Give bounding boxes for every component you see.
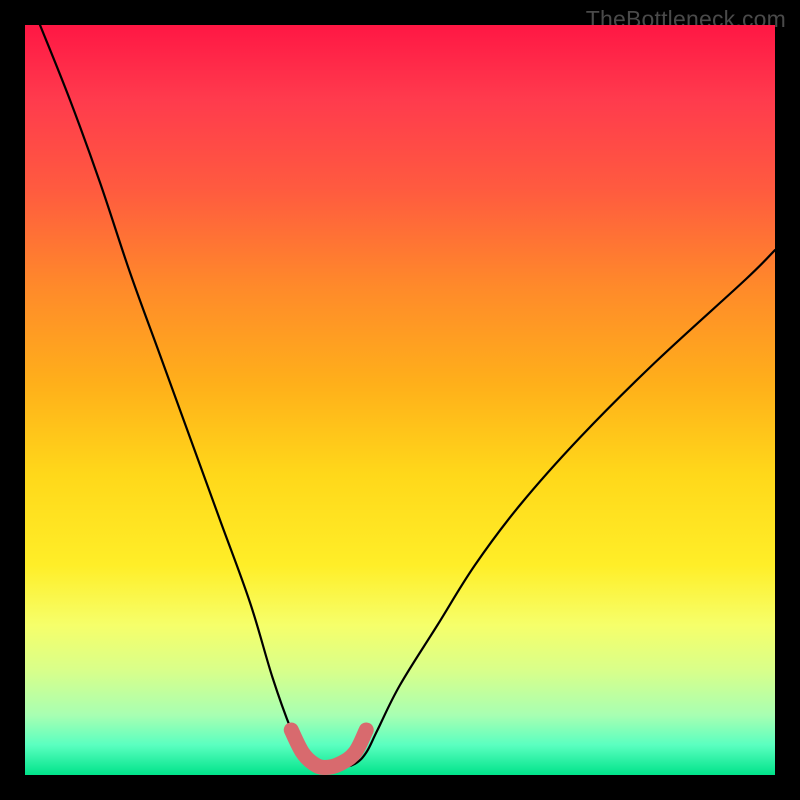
bottleneck-trough-marker [291, 730, 366, 768]
bottleneck-curve-svg [25, 25, 775, 775]
chart-plot-area [25, 25, 775, 775]
chart-frame: TheBottleneck.com [0, 0, 800, 800]
bottleneck-curve-line [40, 25, 775, 768]
